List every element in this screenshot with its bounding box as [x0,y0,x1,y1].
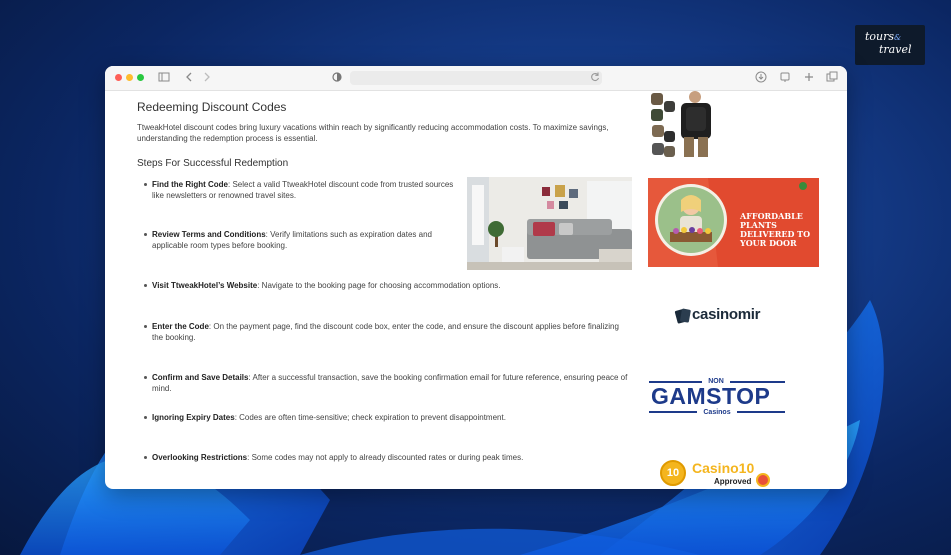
article-intro: TtweakHotel discount codes bring luxury … [137,123,609,143]
list-item: Review Terms and Conditions: Verify limi… [144,229,462,251]
browser-toolbar [105,66,847,91]
plants-ad-text: AFFORDABLE PLANTS DELIVERED TO YOUR DOOR [740,211,811,248]
page-content: Redeeming Discount Codes TtweakHotel dis… [105,91,847,489]
download-icon[interactable] [755,71,767,83]
backpacks-ad-image [648,91,718,159]
address-bar[interactable] [350,71,602,85]
new-tab-icon[interactable] [803,71,815,83]
list-item: Enter the Code: On the payment page, fin… [144,321,632,343]
approved-seal-icon [756,473,770,487]
steps-title: Steps For Successful Redemption [137,158,289,169]
maximize-window-button[interactable] [137,74,144,81]
gamstop-sub-label: Casinos [697,408,737,417]
close-window-button[interactable] [115,74,122,81]
casino10-ad[interactable]: 10 Casino10 Approved [658,459,778,489]
casinomir-ad[interactable]: casinomir [670,305,770,327]
reload-icon[interactable] [589,71,601,83]
casino10-logo-text: Casino10 [692,460,755,476]
list-item: Confirm and Save Details: After a succes… [144,372,642,394]
casino10-approved-label: Approved [714,477,752,486]
gamstop-logo-text: GAMSTOP [651,383,771,409]
forward-icon[interactable] [201,71,213,83]
living-room-photo [467,177,632,270]
tab-overview-icon[interactable] [826,71,838,83]
browser-window: Redeeming Discount Codes TtweakHotel dis… [105,66,847,489]
minimize-window-button[interactable] [126,74,133,81]
list-item: Overlooking Restrictions: Some codes may… [144,452,632,463]
list-item: Visit TtweakHotel’s Website: Navigate to… [144,280,632,291]
casinomir-logo-text: casinomir [692,306,761,323]
site-logo: tours& travel [855,25,925,65]
plants-ad-banner[interactable]: AFFORDABLE PLANTS DELIVERED TO YOUR DOOR [648,178,819,267]
privacy-shield-icon[interactable] [331,71,343,83]
list-item: Ignoring Expiry Dates: Codes are often t… [144,412,632,423]
share-icon[interactable] [779,71,791,83]
article-title: Redeeming Discount Codes [137,100,287,114]
back-icon[interactable] [183,71,195,83]
casino10-badge-icon: 10 [660,460,686,486]
sidebar-toggle-icon[interactable] [158,71,170,83]
non-gamstop-casinos-ad[interactable]: NON GAMSTOP Casinos [649,377,785,419]
list-item: Find the Right Code: Select a valid Ttwe… [144,179,462,201]
